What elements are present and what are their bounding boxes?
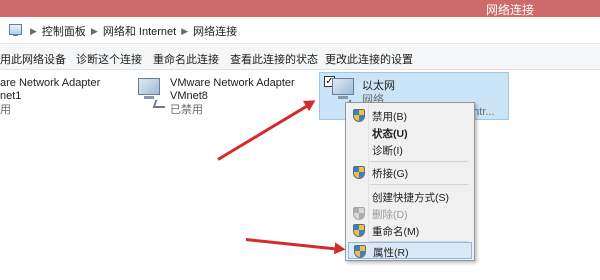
uac-shield-icon [353,166,365,179]
menu-item-label: 状态(U) [372,128,408,140]
uac-shield-icon [354,245,366,258]
menu-item-delete: 删除(D) [348,205,472,222]
network-folder-icon [9,24,22,36]
menu-separator [370,161,468,162]
uac-shield-icon [353,207,365,220]
disable-device-button[interactable]: 用此网络设备 [0,51,66,67]
chevron-right-icon: ▶ [181,25,189,36]
change-settings-button[interactable]: 更改此连接的设置 [325,51,413,67]
breadcrumb: ▶ 控制面板 ▶ 网络和 Internet ▶ 网络连接 [25,23,237,39]
diagnose-connection-button[interactable]: 诊断这个连接 [76,51,142,67]
adapter-name: VMware Network Adapter [170,77,295,89]
rename-connection-button[interactable]: 重命名此连接 [153,51,219,67]
adapter-vmnet8[interactable]: VMware Network Adapter VMnet8 已禁用 [170,77,295,117]
menu-item-properties[interactable]: 属性(R) [348,242,472,259]
menu-separator [370,184,468,185]
annotation-arrow-icon [245,238,338,251]
menu-item-label: 禁用(B) [372,111,407,123]
breadcrumb-network-connections[interactable]: 网络连接 [193,23,237,39]
menu-item-label: 创建快捷方式(S) [372,192,449,204]
breadcrumb-network-internet[interactable]: 网络和 Internet [103,23,176,39]
connections-list: are Network Adapter net1 用 VMware Networ… [0,70,600,280]
menu-item-diagnose[interactable]: 诊断(I) [348,141,472,158]
adapter-status: 用 [0,104,11,116]
uac-shield-icon [353,109,365,122]
chevron-right-icon: ▶ [90,25,98,36]
adapter-status: 已禁用 [170,104,203,116]
menu-item-rename[interactable]: 重命名(M) [348,222,472,239]
adapter-network: net1 [0,90,22,102]
adapter-name: are Network Adapter [0,77,101,89]
adapter-vmnet1[interactable]: are Network Adapter net1 用 [0,77,100,117]
address-bar[interactable]: ▶ 控制面板 ▶ 网络和 Internet ▶ 网络连接 [0,17,600,44]
adapter-name: 以太网 [362,80,395,92]
breadcrumb-control-panel[interactable]: 控制面板 [42,23,86,39]
view-status-button[interactable]: 查看此连接的状态 [230,51,318,67]
context-menu: 禁用(B) 状态(U) 诊断(I) 桥接(G) 创建快捷方式(S) 删除(D) … [345,102,475,261]
menu-item-label: 属性(R) [373,247,409,259]
command-bar: 用此网络设备 诊断这个连接 重命名此连接 查看此连接的状态 更改此连接的设置 [0,44,600,70]
menu-item-label: 诊断(I) [372,145,403,157]
menu-item-label: 删除(D) [372,209,408,221]
menu-item-status[interactable]: 状态(U) [348,124,472,141]
window-title: 网络连接 [485,3,534,17]
menu-item-disable[interactable]: 禁用(B) [348,107,472,124]
title-bar: 网络连接 [0,0,600,17]
uac-shield-icon [353,224,365,237]
chevron-right-icon: ▶ [30,25,37,36]
menu-item-create-shortcut[interactable]: 创建快捷方式(S) [348,188,472,205]
adapter-network: VMnet8 [170,90,208,102]
menu-item-label: 桥接(G) [372,168,409,180]
menu-item-bridge[interactable]: 桥接(G) [348,164,472,181]
network-adapter-icon [132,78,168,110]
menu-item-label: 重命名(M) [372,226,420,238]
